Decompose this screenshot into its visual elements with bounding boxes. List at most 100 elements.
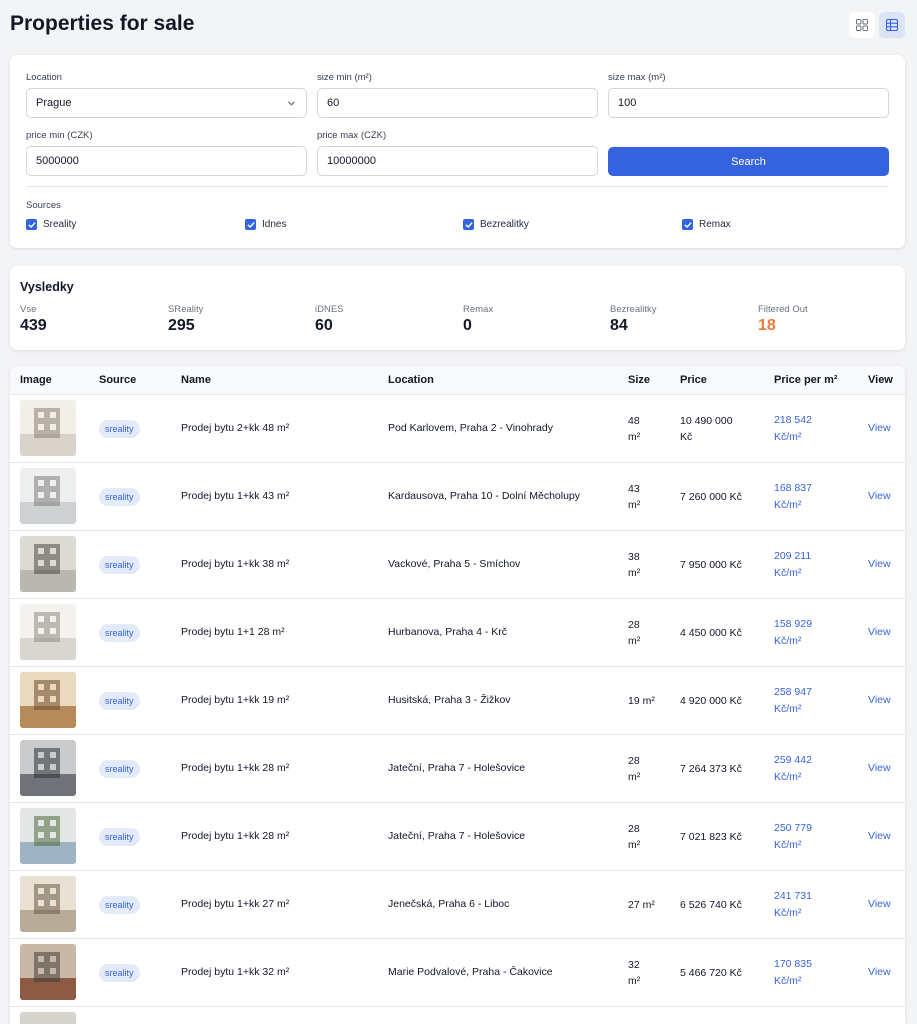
table-row[interactable]: sreality Prodej bytu 2+kk 48 m² Pod Karlov… [10, 395, 905, 463]
source-checkbox-idnes[interactable]: Idnes [245, 219, 286, 230]
table-row[interactable]: sreality Prodej bytu 1+kk 38 m² Vackové, P… [10, 531, 905, 599]
property-price: 5 466 720 Kč [680, 939, 764, 1007]
table-row[interactable]: sreality Prodej bytu 1+kk 43 m² Kardausova… [10, 463, 905, 531]
property-location: Jateční, Praha 7 - Holešovice [388, 830, 526, 842]
view-link[interactable]: View [868, 490, 891, 502]
property-location: Marie Podvalové, Praha - Čakovice [388, 966, 553, 978]
column-header-source: Source [99, 374, 137, 386]
source-checkbox-remax[interactable]: Remax [682, 219, 731, 230]
grid-view-icon [856, 19, 868, 31]
view-link[interactable]: View [868, 422, 891, 434]
size-value: 28 [628, 823, 640, 835]
property-name: Prodej bytu 2+kk 48 m² [181, 422, 290, 434]
price-min-input[interactable]: 5000000 [26, 146, 307, 176]
property-thumbnail[interactable] [20, 740, 76, 796]
stat-filtered-out: Filtered Out 18 [758, 304, 808, 335]
view-link[interactable]: View [868, 762, 891, 774]
checkbox-checked-icon [245, 219, 256, 230]
column-header-price-per-m2: Price per m² [774, 374, 838, 386]
size-value: 48 [628, 415, 640, 427]
grid-view-button[interactable] [849, 12, 875, 38]
price-per-m2: 170 835 Kč/m² [774, 939, 844, 1007]
stat-label: SReality [168, 304, 204, 315]
view-link[interactable]: View [868, 694, 891, 706]
property-thumbnail[interactable] [20, 468, 76, 524]
table-row[interactable]: sreality Prodej bytu 1+kk 19 m² Husitská, … [10, 667, 905, 735]
search-button[interactable]: Search [608, 147, 889, 176]
stat-idnes: iDNES 60 [315, 304, 344, 335]
price-max-value: 10000000 [327, 155, 376, 167]
view-link[interactable]: View [868, 830, 891, 842]
price-per-m2-value: 168 837 [774, 482, 812, 494]
view-link[interactable]: View [868, 966, 891, 978]
table-row[interactable]: sreality Prodej bytu 1+1 28 m² Hurbanova, … [10, 599, 905, 667]
property-thumbnail[interactable] [20, 604, 76, 660]
property-thumbnail[interactable] [20, 876, 76, 932]
size-unit: m² [628, 975, 641, 987]
stat-label: Remax [463, 304, 494, 315]
source-checkbox-bezrealitky[interactable]: Bezrealitky [463, 219, 529, 230]
view-link[interactable]: View [868, 558, 891, 570]
size-unit: m² [628, 635, 641, 647]
stat-label: Vse [20, 304, 37, 315]
property-thumbnail[interactable] [20, 944, 76, 1000]
property-location: Hurbanova, Praha 4 - Krč [388, 626, 508, 638]
property-location: Jenečská, Praha 6 - Liboc [388, 898, 510, 910]
property-size: 48 m² [628, 395, 662, 463]
divider [26, 186, 889, 187]
stat-value: 439 [20, 317, 47, 334]
price-min-value: 5000000 [36, 155, 79, 167]
property-size: 28 m² [628, 735, 662, 803]
property-thumbnail[interactable] [20, 808, 76, 864]
source-badge: sreality [99, 624, 140, 642]
stat-value: 18 [758, 317, 776, 334]
price-max-input[interactable]: 10000000 [317, 146, 598, 176]
location-select[interactable]: Prague [26, 88, 307, 118]
stat-label: iDNES [315, 304, 344, 315]
price-per-m2-unit: Kč/m² [774, 975, 802, 987]
price-per-m2-unit: Kč/m² [774, 567, 802, 579]
source-label: Remax [699, 219, 731, 230]
property-price: 7 260 000 Kč [680, 463, 764, 531]
property-thumbnail[interactable] [20, 672, 76, 728]
source-badge: sreality [99, 420, 140, 438]
table-row[interactable]: sreality Prodej bytu 1+kk 32 m² Marie Podv… [10, 939, 905, 1007]
price-per-m2-value: 259 442 [774, 754, 812, 766]
property-name: Prodej bytu 1+kk 19 m² [181, 694, 290, 706]
stat-value: 295 [168, 317, 195, 334]
property-location: Jateční, Praha 7 - Holešovice [388, 762, 526, 774]
price-per-m2-value: 158 929 [774, 618, 812, 630]
column-header-name: Name [181, 374, 211, 386]
property-thumbnail[interactable] [20, 400, 76, 456]
view-link[interactable]: View [868, 626, 891, 638]
column-header-price: Price [680, 374, 707, 386]
size-value: 43 [628, 483, 640, 495]
price-per-m2-unit: Kč/m² [774, 431, 802, 443]
source-badge: sreality [99, 896, 140, 914]
price-value: 10 490 000 [680, 415, 733, 427]
property-thumbnail[interactable] [20, 1012, 76, 1024]
page-title: Properties for sale [10, 12, 195, 35]
price-value: 7 950 000 Kč [680, 559, 742, 571]
size-value: 32 [628, 959, 640, 971]
property-thumbnail[interactable] [20, 536, 76, 592]
table-row[interactable]: sreality Prodej bytu 1+kk 28 m² Jateční, P… [10, 735, 905, 803]
property-name: Prodej bytu 1+kk 38 m² [181, 558, 290, 570]
source-label: Idnes [262, 219, 287, 230]
source-checkbox-sreality[interactable]: Sreality [26, 219, 76, 230]
size-value: 28 [628, 755, 640, 767]
results-title: Vysledky [20, 280, 74, 294]
table-row[interactable]: sreality Prodej bytu 1+kk 28 m² Jateční, P… [10, 803, 905, 871]
property-size: 43 m² [628, 463, 662, 531]
property-size: 27 m² [628, 871, 662, 939]
table-row[interactable] [10, 1007, 905, 1024]
price-per-m2-value: 258 947 [774, 686, 812, 698]
table-view-button[interactable] [879, 12, 905, 38]
size-max-input[interactable]: 100 [608, 88, 889, 118]
property-price: 7 264 373 Kč [680, 735, 764, 803]
property-name: Prodej bytu 1+kk 43 m² [181, 490, 290, 502]
view-link[interactable]: View [868, 898, 891, 910]
price-per-m2: 241 731 Kč/m² [774, 871, 844, 939]
table-row[interactable]: sreality Prodej bytu 1+kk 27 m² Jenečská, … [10, 871, 905, 939]
size-min-input[interactable]: 60 [317, 88, 598, 118]
